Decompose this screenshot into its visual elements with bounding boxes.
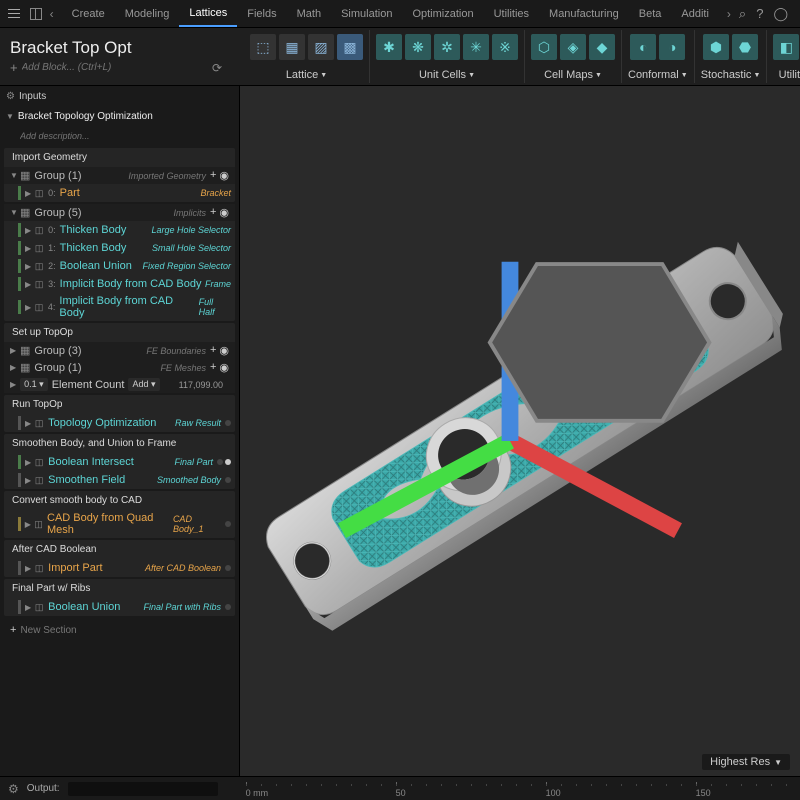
section: Smoothen Body, and Union to Frame▶◫Boole…	[4, 434, 235, 489]
status-bar: ⚙ Output: 0 mm50100150200	[0, 776, 800, 800]
gear-icon[interactable]: ⚙	[8, 782, 19, 796]
ruler: 0 mm50100150200	[246, 777, 792, 800]
block-item[interactable]: ▶◫4:Implicit Body from CAD BodyFull Half	[4, 293, 235, 321]
unit-cells-tool-1[interactable]: ❋	[405, 34, 431, 60]
cell-maps-tool-2[interactable]: ◆	[589, 34, 615, 60]
tab-modeling[interactable]: Modeling	[115, 0, 180, 27]
group-header[interactable]: ▶▦Group (1)FE Meshes+◉	[4, 359, 235, 376]
file-title: Bracket Top Opt	[10, 38, 230, 58]
lattice-tool-0[interactable]: ⬚	[250, 34, 276, 60]
panel-toggle-icon[interactable]	[30, 8, 42, 20]
section: Final Part w/ Ribs▶◫Boolean UnionFinal P…	[4, 579, 235, 616]
ribbon: Bracket Top Opt + ⟳ ⬚▦▨▩ Lattice▼ ✱❋✲✳※ Uni…	[0, 28, 800, 86]
output-label: Output:	[27, 783, 60, 794]
unit-cells-tool-2[interactable]: ✲	[434, 34, 460, 60]
new-section-button[interactable]: +New Section	[0, 618, 239, 642]
refresh-icon[interactable]: ⟳	[212, 61, 222, 75]
unit-cells-tool-4[interactable]: ※	[492, 34, 518, 60]
block-item[interactable]: ▶◫1:Thicken BodySmall Hole Selector	[4, 239, 235, 257]
group-header[interactable]: ▼▦Group (5)Implicits+◉	[4, 204, 235, 221]
group-header[interactable]: ▼▦Group (1)Imported Geometry+◉	[4, 167, 235, 184]
axis-gizmo[interactable]	[240, 96, 790, 776]
tab-manufacturing[interactable]: Manufacturing	[539, 0, 629, 27]
add-block-input[interactable]	[22, 62, 142, 73]
top-menu-bar: ‹ CreateModelingLatticesFieldsMathSimula…	[0, 0, 800, 28]
param-row[interactable]: ▶0.1 ▾Element CountAdd ▾117,099.00	[4, 376, 235, 393]
tab-utilities[interactable]: Utilities	[484, 0, 539, 27]
tab-math[interactable]: Math	[287, 0, 331, 27]
block-item[interactable]: ▶◫0:Thicken BodyLarge Hole Selector	[4, 221, 235, 239]
section-title: Run TopOp	[4, 395, 235, 414]
unit-cells-tool-3[interactable]: ✳	[463, 34, 489, 60]
add-description-input[interactable]	[0, 126, 239, 146]
3d-viewport[interactable]: Highest Res▼	[240, 86, 800, 776]
section: Set up TopOp▶▦Group (3)FE Boundaries+◉▶▦…	[4, 323, 235, 393]
main-tabs: CreateModelingLatticesFieldsMathSimulati…	[62, 0, 719, 27]
section-title: Import Geometry	[4, 148, 235, 167]
block-item[interactable]: ▶◫CAD Body from Quad MeshCAD Body_1	[4, 510, 235, 538]
tab-create[interactable]: Create	[62, 0, 115, 27]
block-item[interactable]: ▶◫Boolean IntersectFinal Part	[4, 453, 235, 471]
ruler-tick: 100	[546, 788, 561, 798]
section: Convert smooth body to CAD▶◫CAD Body fro…	[4, 491, 235, 538]
section: Run TopOp▶◫Topology OptimizationRaw Resu…	[4, 395, 235, 432]
resolution-dropdown[interactable]: Highest Res▼	[702, 754, 790, 770]
section: ▼▦Group (5)Implicits+◉▶◫0:Thicken BodyLa…	[4, 204, 235, 321]
lattice-tool-1[interactable]: ▦	[279, 34, 305, 60]
section-title: Convert smooth body to CAD	[4, 491, 235, 510]
block-item[interactable]: ▶◫Boolean UnionFinal Part with Ribs	[4, 598, 235, 616]
group-header[interactable]: ▶▦Group (3)FE Boundaries+◉	[4, 342, 235, 359]
unit-cells-tool-0[interactable]: ✱	[376, 34, 402, 60]
ruler-tick: 150	[696, 788, 711, 798]
block-item[interactable]: ▶◫Topology OptimizationRaw Result	[4, 414, 235, 432]
nav-left-icon[interactable]: ‹	[42, 7, 62, 21]
tab-beta[interactable]: Beta	[629, 0, 672, 27]
ribbon-group-label[interactable]: Stochastic▼	[701, 69, 761, 81]
nav-right-icon[interactable]: ›	[719, 7, 739, 21]
tab-optimization[interactable]: Optimization	[402, 0, 483, 27]
tab-fields[interactable]: Fields	[237, 0, 286, 27]
section-title: After CAD Boolean	[4, 540, 235, 559]
root-node[interactable]: ▼ Bracket Topology Optimization	[0, 106, 239, 126]
ribbon-group-label[interactable]: Unit Cells▼	[419, 69, 475, 81]
inputs-header[interactable]: ⚙ Inputs	[0, 86, 239, 106]
cell-maps-tool-1[interactable]: ◈	[560, 34, 586, 60]
stochastic-tool-0[interactable]: ⬢	[703, 34, 729, 60]
chevron-down-icon: ▼	[774, 758, 782, 767]
section: After CAD Boolean▶◫Import PartAfter CAD …	[4, 540, 235, 577]
section: Import Geometry▼▦Group (1)Imported Geome…	[4, 148, 235, 202]
add-block-plus-icon[interactable]: +	[10, 60, 18, 75]
ruler-tick: 0 mm	[246, 788, 269, 798]
help-icon[interactable]: ?	[756, 6, 763, 21]
block-item[interactable]: ▶◫Smoothen FieldSmoothed Body	[4, 471, 235, 489]
cell-maps-tool-0[interactable]: ⬡	[531, 34, 557, 60]
search-icon[interactable]: ⌕	[739, 6, 746, 22]
notebook-sidebar: ⚙ Inputs▼ Bracket Topology Optimization I…	[0, 86, 240, 776]
stochastic-tool-1[interactable]: ⬣	[732, 34, 758, 60]
tab-additi[interactable]: Additi	[671, 0, 719, 27]
ribbon-group-label[interactable]: Conformal▼	[628, 69, 688, 81]
hamburger-icon[interactable]	[6, 5, 22, 23]
section-title: Smoothen Body, and Union to Frame	[4, 434, 235, 453]
block-item[interactable]: ▶◫0:PartBracket	[4, 184, 235, 202]
ribbon-group-label[interactable]: Utilities▼	[779, 69, 800, 81]
ruler-tick: 50	[396, 788, 406, 798]
section-title: Set up TopOp	[4, 323, 235, 342]
tab-lattices[interactable]: Lattices	[179, 0, 237, 27]
tab-simulation[interactable]: Simulation	[331, 0, 402, 27]
conformal-tool-1[interactable]: ◑	[659, 34, 685, 60]
conformal-tool-0[interactable]: ◐	[630, 34, 656, 60]
ribbon-group-label[interactable]: Lattice▼	[286, 69, 327, 81]
block-item[interactable]: ▶◫3:Implicit Body from CAD BodyFrame	[4, 275, 235, 293]
output-field[interactable]	[68, 782, 218, 796]
block-item[interactable]: ▶◫Import PartAfter CAD Boolean	[4, 559, 235, 577]
ribbon-group-label[interactable]: Cell Maps▼	[544, 69, 602, 81]
user-icon[interactable]: ◯	[773, 6, 788, 22]
section-title: Final Part w/ Ribs	[4, 579, 235, 598]
lattice-tool-2[interactable]: ▨	[308, 34, 334, 60]
utilities-tool-0[interactable]: ◧	[773, 34, 799, 60]
lattice-tool-3[interactable]: ▩	[337, 34, 363, 60]
block-item[interactable]: ▶◫2:Boolean UnionFixed Region Selector	[4, 257, 235, 275]
